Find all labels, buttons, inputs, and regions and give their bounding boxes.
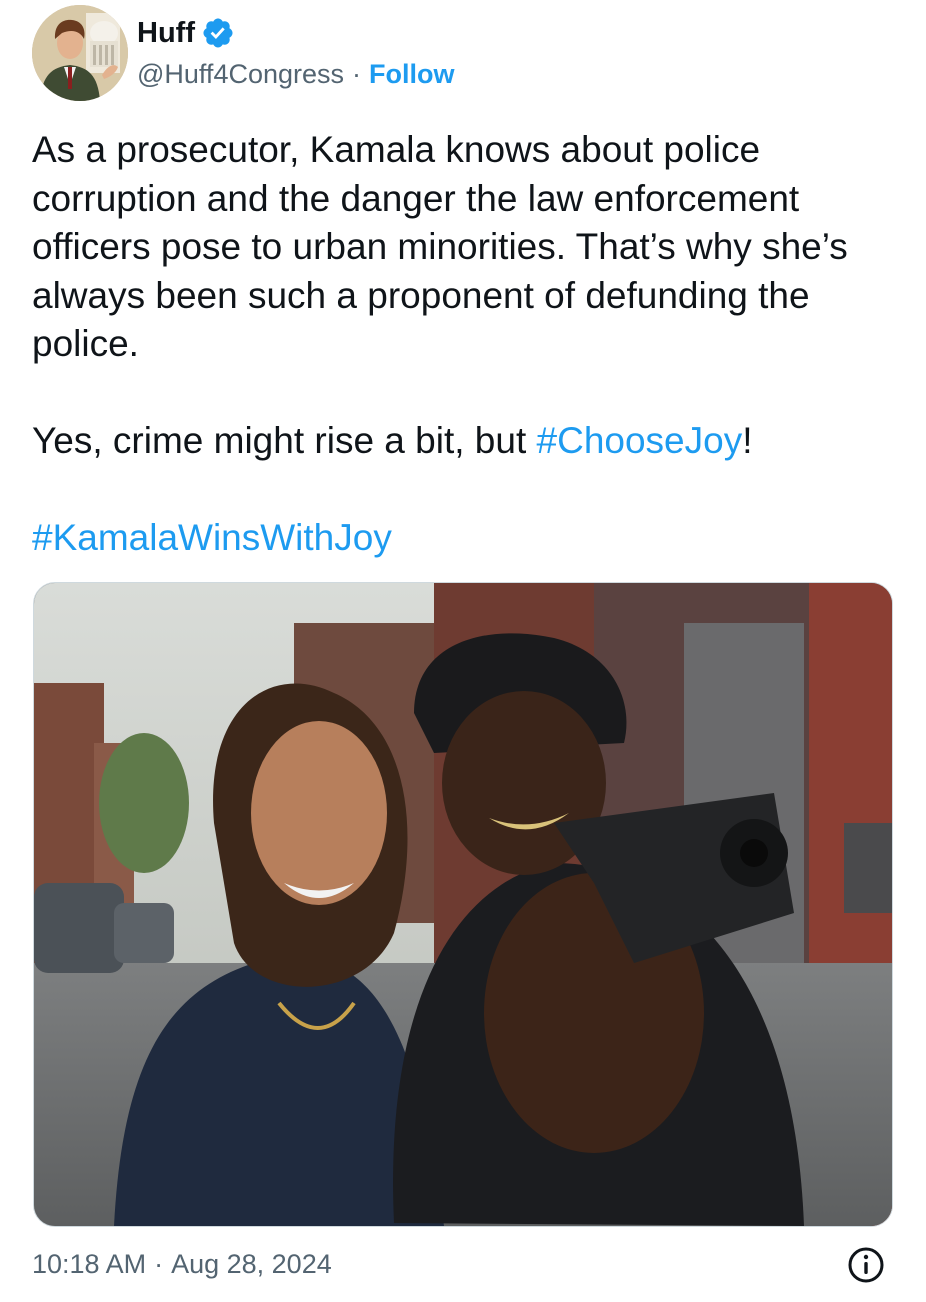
- info-icon[interactable]: [846, 1245, 886, 1285]
- author-name-row: Huff: [137, 14, 235, 52]
- separator-dot: ·: [154, 1248, 164, 1279]
- tweet-time[interactable]: 10:18 AM: [32, 1249, 146, 1280]
- author-handle[interactable]: @Huff4Congress: [137, 59, 344, 90]
- author-display-name[interactable]: Huff: [137, 17, 195, 50]
- verified-badge-icon[interactable]: [201, 16, 235, 50]
- photo-illustration: [34, 583, 892, 1226]
- tweet-paragraph-2-suffix: !: [742, 420, 753, 461]
- avatar-portrait: [32, 5, 128, 101]
- hashtag-kamalawinswithjoy[interactable]: #KamalaWinsWithJoy: [32, 517, 392, 558]
- author-handle-row: @Huff4Congress · Follow: [137, 56, 455, 92]
- tweet-timestamp-row: 10:18 AM · Aug 28, 2024: [32, 1244, 332, 1284]
- follow-button[interactable]: Follow: [369, 59, 454, 90]
- tweet-paragraph-2-prefix: Yes, crime might rise a bit, but: [32, 420, 537, 461]
- tweet-paragraph-2: Yes, crime might rise a bit, but #Choose…: [32, 417, 894, 466]
- separator-dot: ·: [352, 58, 362, 89]
- tweet-text: As a prosecutor, Kamala knows about poli…: [32, 126, 894, 563]
- tweet-date[interactable]: Aug 28, 2024: [171, 1249, 332, 1280]
- tweet-paragraph-1: As a prosecutor, Kamala knows about poli…: [32, 129, 848, 364]
- tweet-media-photo[interactable]: [33, 582, 893, 1227]
- avatar[interactable]: [32, 5, 128, 101]
- tweet-paragraph-3: #KamalaWinsWithJoy: [32, 514, 894, 563]
- hashtag-choosejoy[interactable]: #ChooseJoy: [537, 420, 743, 461]
